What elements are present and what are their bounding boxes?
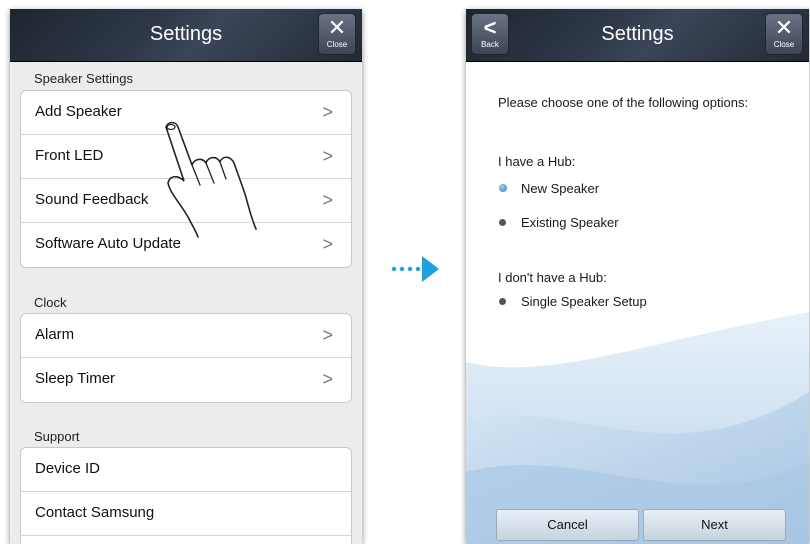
chevron-right-icon: > bbox=[322, 102, 333, 122]
option-label: Existing Speaker bbox=[521, 215, 619, 230]
section-label-clock: Clock bbox=[34, 295, 67, 310]
section-label-speaker-settings: Speaker Settings bbox=[34, 71, 134, 86]
row-label: Sound Feedback bbox=[35, 191, 149, 208]
close-label: Close bbox=[326, 40, 348, 49]
chevron-right-icon: > bbox=[322, 190, 333, 210]
row-label: Front LED bbox=[35, 147, 104, 164]
row-label: Contact Samsung bbox=[35, 504, 155, 521]
row-label: Sleep Timer bbox=[35, 370, 116, 387]
settings-screen: Settings ✕ Close Speaker Settings Add Sp… bbox=[10, 9, 362, 544]
cancel-button[interactable]: Cancel bbox=[496, 509, 639, 541]
row-sleep-timer[interactable]: Sleep Timer > bbox=[21, 358, 351, 402]
radio-icon bbox=[499, 298, 506, 305]
row-label: Device ID bbox=[35, 460, 101, 477]
close-button[interactable]: ✕ Close bbox=[318, 13, 356, 55]
row-label: Add Speaker bbox=[35, 103, 122, 120]
title-bar: Settings ✕ Close bbox=[10, 9, 362, 62]
support-group: Device ID Contact Samsung bbox=[20, 447, 352, 544]
chevron-right-icon: > bbox=[322, 234, 333, 254]
instruction-text: Please choose one of the following optio… bbox=[498, 95, 749, 110]
speaker-setup-screen: < Back Settings ✕ Close Please choose on… bbox=[466, 9, 809, 544]
chevron-right-icon: > bbox=[322, 146, 333, 166]
close-icon: ✕ bbox=[327, 15, 347, 40]
chevron-right-icon: > bbox=[322, 369, 333, 389]
row-contact-samsung[interactable]: Contact Samsung bbox=[21, 492, 351, 536]
row-alarm[interactable]: Alarm > bbox=[21, 314, 351, 358]
radio-icon bbox=[499, 219, 506, 226]
row-label: Alarm bbox=[35, 326, 75, 343]
setup-options: Please choose one of the following optio… bbox=[466, 9, 809, 544]
radio-selected-icon bbox=[499, 184, 507, 192]
next-button[interactable]: Next bbox=[643, 509, 786, 541]
row-device-id[interactable]: Device ID bbox=[21, 448, 351, 492]
section-label-support: Support bbox=[34, 429, 80, 444]
clock-group: Alarm > Sleep Timer > bbox=[20, 313, 352, 403]
tap-hand-icon bbox=[165, 121, 257, 238]
chevron-right-icon: > bbox=[322, 325, 333, 345]
option-label: New Speaker bbox=[521, 181, 600, 196]
next-step-arrow-icon bbox=[391, 256, 439, 282]
option-label: Single Speaker Setup bbox=[521, 294, 647, 309]
no-hub-heading: I don't have a Hub: bbox=[498, 270, 607, 285]
hub-heading: I have a Hub: bbox=[498, 154, 576, 169]
page-title: Settings bbox=[149, 23, 223, 45]
